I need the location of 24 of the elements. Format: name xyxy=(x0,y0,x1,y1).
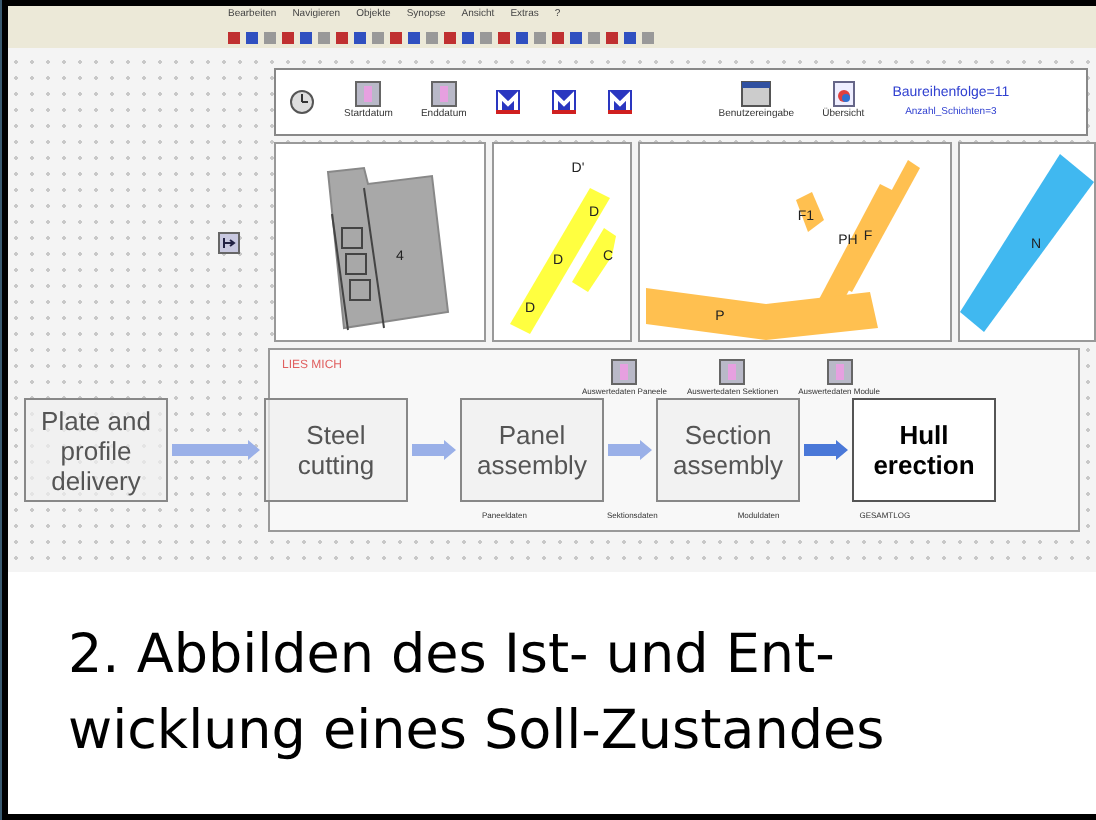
clock-icon[interactable] xyxy=(288,88,316,116)
window-icon[interactable] xyxy=(740,80,773,109)
letter-m-icon[interactable] xyxy=(494,88,523,116)
process-step: Hull erection xyxy=(852,398,996,502)
arrow-right-bar-icon xyxy=(222,236,236,250)
calendar-icon[interactable] xyxy=(354,80,383,109)
process-step: Steel cutting xyxy=(264,398,408,502)
caption-text: 2. Abbilden des Ist- und Ent- xyxy=(68,621,837,689)
calendar-icon[interactable] xyxy=(610,358,639,386)
letter-m-icon[interactable] xyxy=(550,88,579,116)
calendar-icon[interactable] xyxy=(429,80,458,109)
process-step: Section assembly xyxy=(656,398,800,502)
process-step: Plate and profile delivery xyxy=(24,398,168,502)
document-icon[interactable] xyxy=(831,80,856,109)
arrow-button[interactable] xyxy=(218,232,240,254)
arrow-icon xyxy=(608,440,652,460)
arrow-icon xyxy=(412,440,456,460)
arrow-icon xyxy=(172,440,260,460)
arrow-icon xyxy=(804,440,848,460)
process-step: Panel assembly xyxy=(460,398,604,502)
calendar-icon[interactable] xyxy=(718,358,747,386)
letter-m-icon[interactable] xyxy=(606,88,635,116)
caption-text: wicklung eines Soll-Zustandes xyxy=(68,697,887,765)
calendar-icon[interactable] xyxy=(825,358,854,386)
